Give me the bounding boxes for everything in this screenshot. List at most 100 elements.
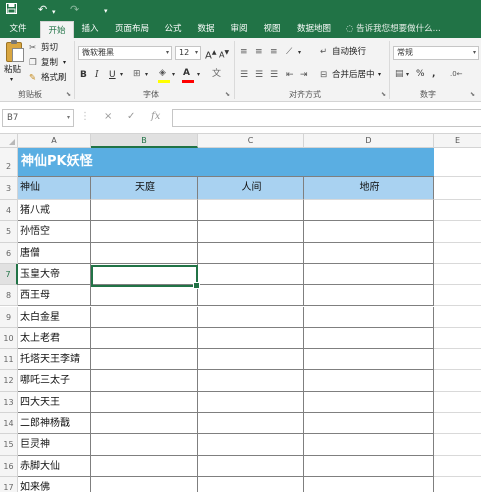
tab-data-map[interactable]: 数据地图 bbox=[292, 20, 336, 38]
data-cell[interactable] bbox=[91, 476, 198, 492]
font-name-select[interactable]: 微软雅黑 ▾ bbox=[78, 46, 172, 60]
save-icon[interactable] bbox=[6, 3, 17, 18]
percent-button[interactable]: % bbox=[416, 68, 425, 80]
empty-cell[interactable] bbox=[434, 392, 481, 413]
data-cell[interactable] bbox=[198, 349, 304, 371]
font-color-dropdown-icon[interactable]: ▾ bbox=[197, 69, 200, 81]
increase-font-icon[interactable]: A▲ bbox=[205, 47, 216, 62]
align-middle-icon[interactable]: ≡ bbox=[255, 46, 263, 58]
data-cell[interactable] bbox=[91, 285, 198, 307]
empty-cell[interactable] bbox=[434, 243, 481, 264]
empty-cell[interactable] bbox=[434, 177, 481, 200]
customize-icon[interactable]: ▾ bbox=[104, 4, 108, 18]
cancel-formula-icon[interactable]: × bbox=[104, 110, 112, 124]
format-painter-button[interactable]: ✎ 格式刷 bbox=[29, 72, 73, 84]
data-cell[interactable] bbox=[304, 200, 434, 222]
data-cell[interactable] bbox=[304, 455, 434, 477]
data-cell[interactable] bbox=[91, 434, 198, 456]
data-cell[interactable] bbox=[304, 434, 434, 456]
name-cell[interactable]: 四大天王 bbox=[18, 391, 91, 413]
tab-view[interactable]: 视图 bbox=[259, 20, 285, 38]
phonetic-icon[interactable]: 文 bbox=[212, 68, 221, 80]
data-cell[interactable] bbox=[91, 391, 198, 413]
number-launcher-icon[interactable]: ⬊ bbox=[470, 91, 475, 98]
data-cell[interactable] bbox=[198, 391, 304, 413]
bold-button[interactable]: B bbox=[80, 69, 87, 81]
empty-cell[interactable] bbox=[434, 370, 481, 392]
column-header-c[interactable]: C bbox=[198, 134, 304, 148]
data-cell[interactable] bbox=[91, 200, 198, 222]
name-cell[interactable]: 如来佛 bbox=[18, 476, 91, 492]
empty-cell[interactable] bbox=[434, 264, 481, 286]
fill-color-dropdown-icon[interactable]: ▾ bbox=[172, 69, 175, 81]
data-cell[interactable] bbox=[304, 370, 434, 392]
data-cell[interactable] bbox=[304, 285, 434, 307]
wrap-text-button[interactable]: ↵ 自动换行 bbox=[320, 46, 380, 59]
empty-cell[interactable] bbox=[434, 434, 481, 456]
data-cell[interactable] bbox=[198, 306, 304, 328]
data-cell[interactable] bbox=[198, 370, 304, 392]
data-cell[interactable] bbox=[198, 434, 304, 456]
orientation-icon[interactable]: ⟋ bbox=[286, 46, 292, 58]
decrease-indent-icon[interactable]: ⇤ bbox=[286, 69, 294, 81]
data-cell[interactable] bbox=[198, 263, 304, 286]
row-header[interactable]: 4 bbox=[0, 200, 18, 222]
decrease-font-icon[interactable]: A▼ bbox=[219, 47, 229, 62]
underline-dropdown-icon[interactable]: ▾ bbox=[120, 69, 123, 81]
data-cell[interactable] bbox=[91, 221, 198, 243]
data-cell[interactable] bbox=[304, 391, 434, 413]
font-launcher-icon[interactable]: ⬊ bbox=[225, 91, 230, 98]
name-cell[interactable]: 太上老君 bbox=[18, 327, 91, 350]
data-cell[interactable] bbox=[198, 455, 304, 477]
name-cell[interactable]: 玉皇大帝 bbox=[18, 263, 91, 286]
name-cell[interactable]: 哪吒三太子 bbox=[18, 370, 91, 392]
tell-me-box[interactable]: ◌ 告诉我您想要做什么... bbox=[346, 20, 441, 38]
empty-cell[interactable] bbox=[434, 285, 481, 307]
align-left-icon[interactable]: ☰ bbox=[240, 69, 248, 81]
row-header[interactable]: 5 bbox=[0, 221, 18, 243]
row-header[interactable]: 3 bbox=[0, 177, 18, 200]
row-header[interactable]: 6 bbox=[0, 242, 18, 264]
borders-icon[interactable]: ⊞ bbox=[133, 68, 141, 80]
data-cell[interactable] bbox=[91, 349, 198, 371]
name-cell[interactable]: 二郎神杨戬 bbox=[18, 413, 91, 435]
empty-cell[interactable] bbox=[434, 307, 481, 328]
merge-center-button[interactable]: ⊟ 合并后居中 ▾ bbox=[320, 69, 384, 82]
row-header[interactable]: 16 bbox=[0, 455, 18, 477]
data-cell[interactable] bbox=[198, 285, 304, 307]
empty-cell[interactable] bbox=[434, 148, 481, 177]
name-cell[interactable]: 猪八戒 bbox=[18, 200, 91, 222]
row-header[interactable]: 14 bbox=[0, 413, 18, 435]
data-cell[interactable] bbox=[198, 476, 304, 492]
name-cell[interactable]: 赤脚大仙 bbox=[18, 455, 91, 477]
undo-dropdown-icon[interactable]: ▾ bbox=[52, 5, 56, 19]
font-size-select[interactable]: 12 ▾ bbox=[175, 46, 201, 60]
name-cell[interactable]: 巨灵神 bbox=[18, 434, 91, 456]
redo-icon[interactable]: ↷ bbox=[70, 3, 79, 17]
data-cell[interactable] bbox=[91, 455, 198, 477]
column-header-a[interactable]: A bbox=[18, 134, 91, 148]
data-cell[interactable] bbox=[198, 221, 304, 243]
data-cell[interactable] bbox=[91, 306, 198, 328]
align-bottom-icon[interactable]: ≡ bbox=[270, 46, 278, 58]
increase-indent-icon[interactable]: ⇥ bbox=[300, 69, 308, 81]
align-right-icon[interactable]: ☰ bbox=[270, 69, 278, 81]
font-color-icon[interactable]: A bbox=[183, 67, 190, 79]
name-cell[interactable]: 托塔天王李靖 bbox=[18, 349, 91, 371]
row-header[interactable]: 7 bbox=[0, 263, 18, 286]
data-cell[interactable] bbox=[198, 200, 304, 222]
data-cell[interactable] bbox=[91, 242, 198, 264]
align-top-icon[interactable]: ≡ bbox=[240, 46, 248, 58]
data-cell[interactable] bbox=[198, 413, 304, 435]
data-cell[interactable] bbox=[91, 370, 198, 392]
data-cell[interactable] bbox=[304, 327, 434, 350]
tab-home[interactable]: 开始 bbox=[40, 21, 74, 38]
data-cell[interactable] bbox=[304, 306, 434, 328]
empty-cell[interactable] bbox=[434, 413, 481, 435]
data-cell[interactable] bbox=[91, 413, 198, 435]
enter-formula-icon[interactable]: ✓ bbox=[127, 110, 135, 124]
italic-button[interactable]: I bbox=[95, 69, 99, 81]
data-cell[interactable] bbox=[198, 327, 304, 350]
comma-button[interactable]: , bbox=[432, 68, 435, 80]
copy-button[interactable]: ❐ 复制 ▾ bbox=[29, 57, 73, 69]
